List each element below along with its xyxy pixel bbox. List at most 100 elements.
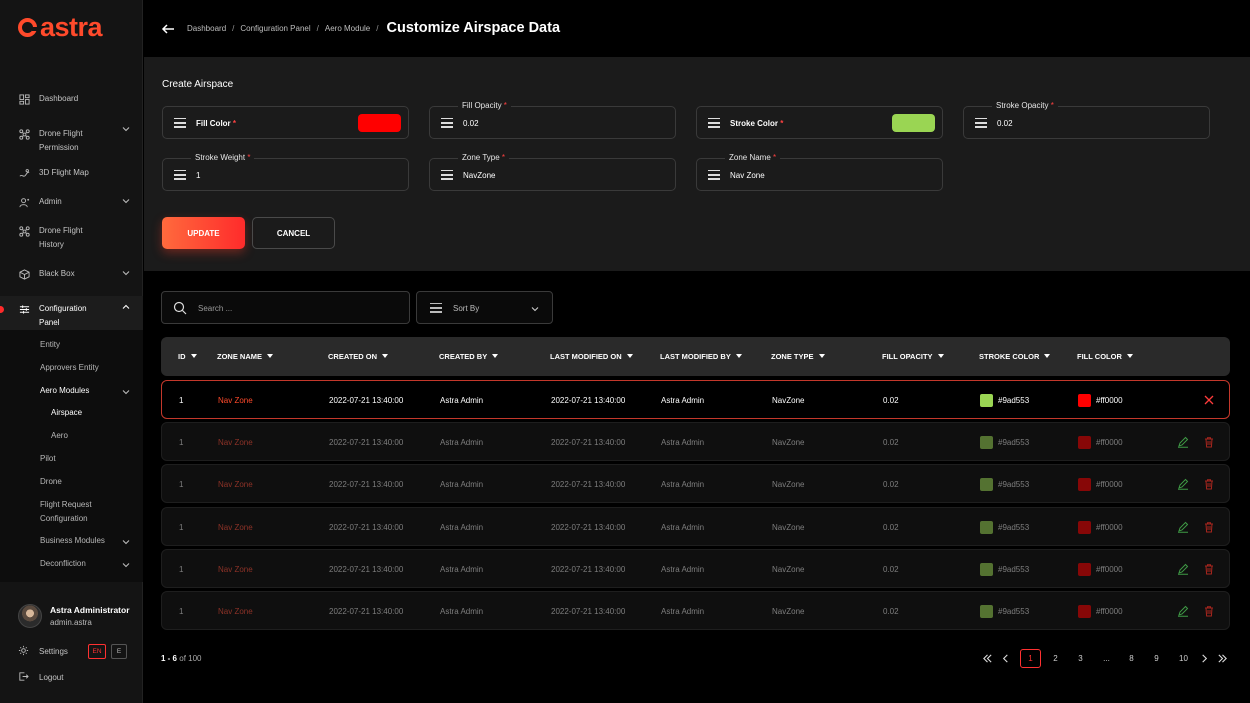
first-page-button[interactable] xyxy=(978,649,997,668)
zone-type-field[interactable]: Zone Type * NavZone xyxy=(429,153,676,191)
delete-icon[interactable] xyxy=(1203,521,1215,533)
table-row[interactable]: 1 Nav Zone 2022-07-21 13:40:00 Astra Admin 2… xyxy=(161,548,1230,588)
column-id[interactable]: ID xyxy=(178,352,197,361)
subnav-item-business-modules[interactable]: Business Modules xyxy=(40,534,105,548)
fill-opacity-value[interactable]: 0.02 xyxy=(463,119,479,128)
fill-color-field[interactable]: Fill Color * xyxy=(162,106,409,139)
stroke-weight-field[interactable]: Stroke Weight * 1 xyxy=(162,153,409,191)
zone-type-value[interactable]: NavZone xyxy=(463,171,495,180)
cell-zone-name[interactable]: Nav Zone xyxy=(218,480,253,489)
last-page-button[interactable] xyxy=(1213,649,1232,668)
next-page-button[interactable] xyxy=(1195,649,1214,668)
subnav-item-pilot[interactable]: Pilot xyxy=(40,452,56,466)
delete-icon[interactable] xyxy=(1203,605,1215,617)
chevron-down-icon[interactable] xyxy=(121,387,131,397)
gear-icon[interactable] xyxy=(18,645,30,658)
sort-by-dropdown[interactable]: Sort By xyxy=(416,291,553,324)
delete-icon[interactable] xyxy=(1203,478,1215,490)
column-zone-name[interactable]: ZONE NAME xyxy=(217,352,273,361)
table-row[interactable]: 1 Nav Zone 2022-07-21 13:40:00 Astra Admin 2… xyxy=(161,506,1230,546)
sidebar-item-drone-flight-permission[interactable]: Drone Flight Permission xyxy=(0,123,143,166)
chevron-down-icon[interactable] xyxy=(121,537,131,547)
stroke-color-field[interactable]: Stroke Color * xyxy=(696,106,943,139)
subnav-item-drone[interactable]: Drone xyxy=(40,475,62,489)
sidebar-item-3d-flight-map[interactable]: 3D Flight Map xyxy=(0,166,143,195)
page-3-button[interactable]: 3 xyxy=(1071,649,1090,668)
stroke-weight-value[interactable]: 1 xyxy=(196,171,200,180)
column-fill-opacity[interactable]: FILL OPACITY xyxy=(882,352,944,361)
fill-opacity-field[interactable]: Fill Opacity * 0.02 xyxy=(429,101,676,139)
page-9-button[interactable]: 9 xyxy=(1147,649,1166,668)
cell-zone-name[interactable]: Nav Zone xyxy=(218,396,253,405)
delete-icon[interactable] xyxy=(1203,563,1215,575)
subnav-item-aero-modules[interactable]: Aero Modules xyxy=(40,384,89,398)
edit-icon[interactable] xyxy=(1177,563,1189,575)
cell-zone-name[interactable]: Nav Zone xyxy=(218,565,253,574)
zone-name-field[interactable]: Zone Name * Nav Zone xyxy=(696,153,943,191)
cell-last-modified-by: Astra Admin xyxy=(661,438,705,448)
page-1-button[interactable]: 1 xyxy=(1020,649,1041,668)
subnav-item-aero[interactable]: Aero xyxy=(51,429,68,443)
chevron-up-icon[interactable] xyxy=(121,302,131,312)
delete-icon[interactable] xyxy=(1203,436,1215,448)
table-row[interactable]: 1 Nav Zone 2022-07-21 13:40:00 Astra Admin 2… xyxy=(161,591,1230,630)
stroke-opacity-field[interactable]: Stroke Opacity * 0.02 xyxy=(963,101,1210,139)
chevron-down-icon[interactable] xyxy=(121,560,131,570)
update-button[interactable]: UPDATE xyxy=(162,217,245,249)
cell-created-by: Astra Admin xyxy=(440,607,484,616)
column-created-by[interactable]: CREATED BY xyxy=(439,352,498,361)
breadcrumb-configuration-panel[interactable]: Configuration Panel xyxy=(240,24,310,33)
sidebar-item-black-box[interactable]: Black Box xyxy=(0,267,143,296)
user-profile[interactable]: Astra Administrator admin.astra xyxy=(18,604,130,628)
zone-name-value[interactable]: Nav Zone xyxy=(730,171,765,180)
fill-color-swatch[interactable] xyxy=(358,114,401,132)
edit-icon[interactable] xyxy=(1177,605,1189,617)
column-created-on[interactable]: CREATED ON xyxy=(328,352,388,361)
column-stroke-color[interactable]: STROKE COLOR xyxy=(979,352,1050,361)
chevron-down-icon[interactable] xyxy=(121,268,131,278)
column-zone-type[interactable]: ZONE TYPE xyxy=(771,352,825,361)
astra-logo[interactable]: astra xyxy=(18,14,103,41)
table-row[interactable]: 1 Nav Zone 2022-07-21 13:40:00 Astra Admin 2… xyxy=(161,380,1230,419)
subnav-item-airspace[interactable]: Airspace xyxy=(51,406,82,420)
subnav-item-deconfliction[interactable]: Deconfliction xyxy=(40,557,86,571)
edit-icon[interactable] xyxy=(1177,436,1189,448)
sidebar-item-drone-flight-history[interactable]: Drone Flight History xyxy=(0,224,143,267)
close-icon[interactable] xyxy=(1203,394,1215,406)
column-last-modified-by[interactable]: LAST MODIFIED BY xyxy=(660,352,742,361)
subnav-item-flight-request-configuration[interactable]: Flight Request Configuration xyxy=(40,498,92,526)
page-8-button[interactable]: 8 xyxy=(1122,649,1141,668)
page-10-button[interactable]: 10 xyxy=(1174,649,1193,668)
logout-button[interactable]: Logout xyxy=(18,671,63,684)
edit-icon[interactable] xyxy=(1177,521,1189,533)
breadcrumb-dashboard[interactable]: Dashboard xyxy=(187,24,226,33)
table-row[interactable]: 1 Nav Zone 2022-07-21 13:40:00 Astra Admin 2… xyxy=(161,464,1230,504)
cell-zone-name[interactable]: Nav Zone xyxy=(218,438,253,447)
stroke-opacity-value[interactable]: 0.02 xyxy=(997,119,1013,128)
edit-icon[interactable] xyxy=(1177,478,1189,491)
cell-zone-name[interactable]: Nav Zone xyxy=(218,523,253,532)
chevron-down-icon[interactable] xyxy=(121,196,131,206)
table-row[interactable]: 1 Nav Zone 2022-07-21 13:40:00 Astra Admin 2… xyxy=(161,422,1230,462)
back-arrow-icon[interactable] xyxy=(161,22,175,36)
page-2-button[interactable]: 2 xyxy=(1046,649,1065,668)
cancel-button[interactable]: CANCEL xyxy=(252,217,335,249)
breadcrumb-aero-module[interactable]: Aero Module xyxy=(325,24,370,33)
prev-page-button[interactable] xyxy=(996,649,1015,668)
column-fill-color[interactable]: FILL COLOR xyxy=(1077,352,1133,361)
column-last-modified-on[interactable]: LAST MODIFIED ON xyxy=(550,352,633,361)
settings-link[interactable]: Settings xyxy=(39,647,68,656)
avatar xyxy=(18,604,42,628)
search-input[interactable]: Search ... xyxy=(161,291,410,324)
subnav-item-entity[interactable]: Entity xyxy=(40,338,60,352)
sidebar-item-dashboard[interactable]: Dashboard xyxy=(0,88,143,117)
subnav-item-approvers-entity[interactable]: Approvers Entity xyxy=(40,361,99,375)
sidebar-item-admin[interactable]: Admin xyxy=(0,195,143,224)
stroke-color-swatch[interactable] xyxy=(892,114,935,132)
cell-zone-name[interactable]: Nav Zone xyxy=(218,607,253,616)
chevron-down-icon[interactable] xyxy=(121,124,131,134)
cell-created-on: 2022-07-21 13:40:00 xyxy=(329,396,404,405)
language-en-button[interactable]: EN xyxy=(88,644,106,659)
create-airspace-form: Create Airspace Fill Color * Fill Opacit… xyxy=(144,57,1250,271)
language-alt-button[interactable]: E xyxy=(111,644,127,659)
